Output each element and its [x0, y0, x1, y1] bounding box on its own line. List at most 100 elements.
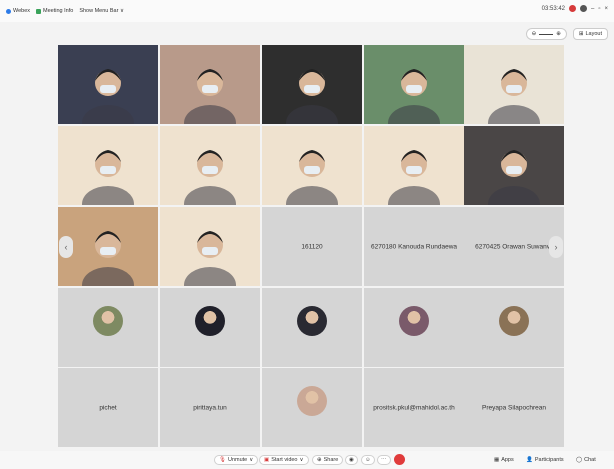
- zoom-slider[interactable]: [539, 33, 554, 35]
- video-feed: [58, 126, 158, 205]
- participant-tile[interactable]: [464, 126, 564, 205]
- menu-bar: Webex Meeting Info Show Menu Bar ∨: [0, 8, 124, 14]
- avatar: [93, 306, 123, 337]
- participant-tile[interactable]: [58, 207, 158, 286]
- share-icon: ⊕: [317, 457, 322, 463]
- video-feed: [262, 126, 362, 205]
- close-icon[interactable]: ×: [604, 6, 608, 12]
- apps-icon: ▦: [494, 457, 500, 463]
- reactions-button[interactable]: ☺: [361, 455, 375, 465]
- view-controls: ⊖ ⊕ ⊞ Layout: [525, 28, 608, 40]
- participant-name: prositsk.pkul@mahidol.ac.th: [373, 404, 455, 411]
- minimize-icon[interactable]: –: [591, 6, 594, 12]
- participants-icon: 👤: [526, 457, 533, 463]
- title-bar: Webex Meeting Info Show Menu Bar ∨ 03:53…: [0, 0, 614, 22]
- video-feed: [464, 45, 564, 124]
- unmute-label: Unmute: [227, 457, 248, 463]
- chat-button[interactable]: ◯ Chat: [572, 455, 600, 465]
- participant-name: Preyapa Silapochrean: [482, 404, 546, 411]
- layout-button[interactable]: ⊞ Layout: [572, 28, 608, 40]
- participant-tile[interactable]: [262, 126, 362, 205]
- meeting-toolbar: 🎙 Unmute ∨ ▣ Start video ∨ ⊕ Share ◉ ☺ ⋯…: [0, 451, 614, 469]
- status-icon: [580, 5, 587, 12]
- participant-tile[interactable]: prositsk.pkul@mahidol.ac.th: [364, 368, 464, 447]
- zoom-out-icon[interactable]: ⊖: [532, 31, 537, 37]
- video-feed: [160, 45, 260, 124]
- chevron-down-icon: ∨: [299, 457, 304, 463]
- more-options-button[interactable]: ⋯: [377, 455, 391, 465]
- video-feed: [160, 207, 260, 286]
- participant-tile[interactable]: [464, 288, 564, 367]
- chevron-down-icon: ∨: [249, 457, 254, 463]
- participant-tile[interactable]: [160, 126, 260, 205]
- zoom-in-icon[interactable]: ⊕: [556, 31, 561, 37]
- webex-menu[interactable]: Webex: [6, 8, 30, 14]
- video-feed: [262, 45, 362, 124]
- participant-tile[interactable]: [160, 288, 260, 367]
- avatar: [297, 306, 327, 337]
- participant-grid: 161120 6270180 Kanouda Rundaewa 6270425 Or…: [58, 45, 564, 447]
- zoom-control[interactable]: ⊖ ⊕: [525, 28, 567, 40]
- participants-label: Participants: [534, 457, 564, 463]
- more-icon: ⋯: [381, 457, 387, 463]
- participant-tile[interactable]: 161120: [262, 207, 362, 286]
- participant-tile[interactable]: [58, 288, 158, 367]
- participant-name: 161120: [301, 243, 323, 250]
- participants-button[interactable]: 👤 Participants: [522, 455, 568, 465]
- participant-tile[interactable]: [262, 288, 362, 367]
- video-feed: [364, 126, 464, 205]
- participant-tile[interactable]: [364, 288, 464, 367]
- record-button[interactable]: ◉: [345, 455, 358, 465]
- show-menu-bar-label: Show Menu Bar ∨: [79, 8, 124, 14]
- leave-meeting-button[interactable]: [394, 454, 405, 465]
- chevron-right-icon: ›: [554, 242, 558, 252]
- chat-label: Chat: [584, 457, 596, 463]
- participant-name: pichet: [99, 404, 117, 411]
- participant-name: pirittaya.tun: [193, 404, 227, 411]
- window-controls: 03:53:42 – ▫ ×: [542, 5, 608, 12]
- participant-tile[interactable]: [58, 45, 158, 124]
- webex-label: Webex: [13, 8, 31, 14]
- video-feed: [464, 126, 564, 205]
- apps-button[interactable]: ▦ Apps: [490, 455, 518, 465]
- avatar: [195, 306, 225, 337]
- meeting-icon: [36, 8, 42, 14]
- participant-tile[interactable]: [160, 207, 260, 286]
- maximize-icon[interactable]: ▫: [598, 6, 600, 12]
- participant-tile[interactable]: [364, 126, 464, 205]
- participant-tile[interactable]: 6270180 Kanouda Rundaewa: [364, 207, 464, 286]
- next-page-button[interactable]: ›: [549, 236, 563, 258]
- participant-tile[interactable]: [262, 45, 362, 124]
- participant-name: 6270180 Kanouda Rundaewa: [370, 243, 458, 250]
- participant-tile[interactable]: pichet: [58, 368, 158, 447]
- share-button[interactable]: ⊕ Share: [312, 455, 344, 465]
- smile-icon: ☺: [365, 457, 371, 463]
- chat-icon: ◯: [576, 457, 583, 463]
- participant-tile[interactable]: pirittaya.tun: [160, 368, 260, 447]
- meeting-info-menu[interactable]: Meeting Info: [36, 8, 73, 14]
- participant-tile[interactable]: [364, 45, 464, 124]
- show-menu-bar-menu[interactable]: Show Menu Bar ∨: [79, 8, 124, 14]
- start-video-button[interactable]: ▣ Start video ∨: [259, 455, 309, 465]
- participant-tile[interactable]: [464, 45, 564, 124]
- share-label: Share: [323, 457, 339, 463]
- apps-label: Apps: [501, 457, 514, 463]
- participant-tile[interactable]: [262, 368, 362, 447]
- previous-page-button[interactable]: ‹: [59, 236, 73, 258]
- participant-tile[interactable]: [58, 126, 158, 205]
- record-icon[interactable]: [569, 5, 576, 12]
- video-feed: [364, 45, 464, 124]
- meeting-timer: 03:53:42: [541, 5, 565, 12]
- participant-tile[interactable]: [160, 45, 260, 124]
- participant-tile[interactable]: Preyapa Silapochrean: [464, 368, 564, 447]
- unmute-button[interactable]: 🎙 Unmute ∨: [214, 455, 259, 465]
- mic-off-icon: 🎙: [219, 457, 226, 463]
- video-off-icon: ▣: [264, 457, 270, 463]
- video-feed: [58, 45, 158, 124]
- start-video-label: Start video: [271, 457, 298, 463]
- video-feed: [160, 126, 260, 205]
- chevron-left-icon: ‹: [64, 242, 68, 252]
- record-circle-icon: ◉: [349, 457, 354, 463]
- meeting-info-label: Meeting Info: [43, 8, 74, 14]
- avatar: [297, 386, 327, 417]
